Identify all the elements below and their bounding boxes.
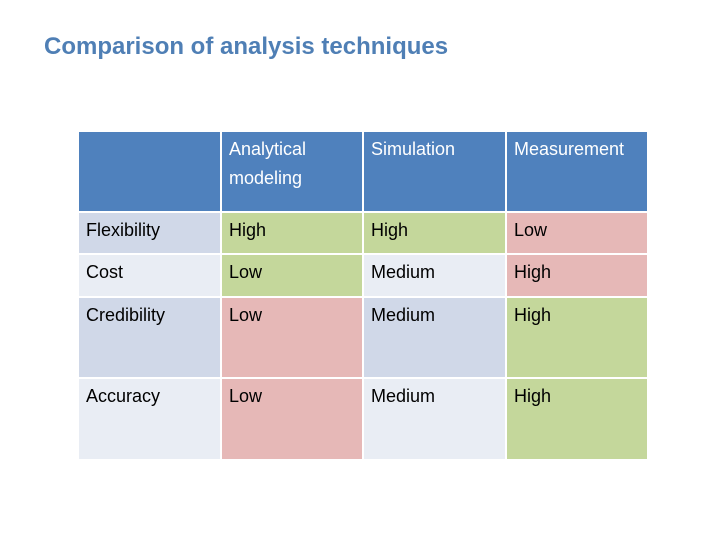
row-header-accuracy: Accuracy [79, 379, 220, 459]
column-header-measurement: Measurement [507, 132, 647, 211]
row-header-flexibility: Flexibility [79, 213, 220, 253]
column-header-simulation: Simulation [364, 132, 505, 211]
table-row-credibility: Credibility Low Medium High [79, 298, 647, 377]
cell-credibility-analytical-modeling: Low [222, 298, 362, 377]
table-row-cost: Cost Low Medium High [79, 255, 647, 296]
cell-flexibility-simulation: High [364, 213, 505, 253]
table-row-accuracy: Accuracy Low Medium High [79, 379, 647, 459]
cell-accuracy-measurement: High [507, 379, 647, 459]
header-corner-cell [79, 132, 220, 211]
cell-credibility-simulation: Medium [364, 298, 505, 377]
cell-flexibility-measurement: Low [507, 213, 647, 253]
cell-credibility-measurement: High [507, 298, 647, 377]
column-header-analytical-modeling: Analytical modeling [222, 132, 362, 211]
comparison-table: Analytical modeling Simulation Measureme… [77, 130, 649, 461]
cell-cost-simulation: Medium [364, 255, 505, 296]
cell-cost-measurement: High [507, 255, 647, 296]
table-row-flexibility: Flexibility High High Low [79, 213, 647, 253]
slide-title: Comparison of analysis techniques [44, 33, 449, 60]
row-header-credibility: Credibility [79, 298, 220, 377]
cell-flexibility-analytical-modeling: High [222, 213, 362, 253]
table-header-row: Analytical modeling Simulation Measureme… [79, 132, 647, 211]
cell-cost-analytical-modeling: Low [222, 255, 362, 296]
cell-accuracy-simulation: Medium [364, 379, 505, 459]
cell-accuracy-analytical-modeling: Low [222, 379, 362, 459]
row-header-cost: Cost [79, 255, 220, 296]
